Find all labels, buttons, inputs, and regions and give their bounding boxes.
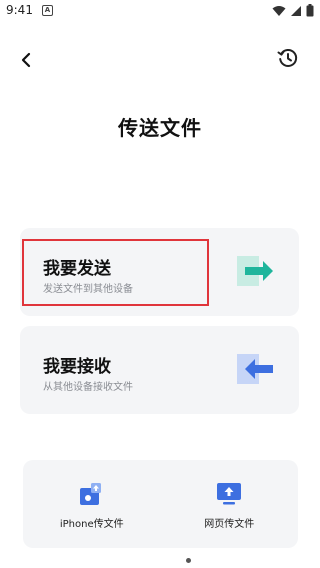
signal-icon [291, 5, 301, 16]
status-bar: 9:41 A [0, 0, 320, 24]
send-arrow-icon [237, 256, 273, 286]
receive-arrow-icon [237, 354, 273, 384]
home-dot [186, 558, 191, 563]
status-icons [272, 4, 314, 17]
receive-card-title: 我要接收 [43, 357, 111, 377]
wifi-icon [272, 5, 286, 16]
battery-icon [306, 4, 314, 17]
page-title: 传送文件 [118, 116, 202, 140]
web-transfer-label: 网页传文件 [204, 519, 255, 530]
a-box-icon: A [42, 5, 53, 16]
status-time: 9:41 [6, 3, 33, 17]
send-card-subtitle: 发送文件到其他设备 [43, 284, 133, 295]
send-card-title: 我要发送 [43, 259, 111, 279]
receive-card[interactable]: 我要接收 从其他设备接收文件 [20, 326, 299, 414]
home-indicator [0, 554, 320, 568]
back-button[interactable] [14, 48, 38, 72]
iphone-transfer-button[interactable]: iPhone传文件 [23, 460, 161, 548]
send-card[interactable]: 我要发送 发送文件到其他设备 [20, 228, 299, 316]
web-transfer-button[interactable]: 网页传文件 [161, 460, 299, 548]
history-icon [277, 49, 298, 67]
monitor-upload-icon [217, 483, 242, 505]
chevron-left-icon [21, 52, 31, 68]
bottom-panel: iPhone传文件 网页传文件 [23, 460, 298, 548]
receive-card-subtitle: 从其他设备接收文件 [43, 382, 133, 393]
history-button[interactable] [276, 46, 300, 70]
iphone-transfer-label: iPhone传文件 [59, 519, 124, 530]
iphone-upload-icon [79, 483, 101, 505]
screen: 9:41 A 传送文件 我要发送 发送文件到其他设备 我要接收 从其他设备接收文… [0, 0, 320, 568]
